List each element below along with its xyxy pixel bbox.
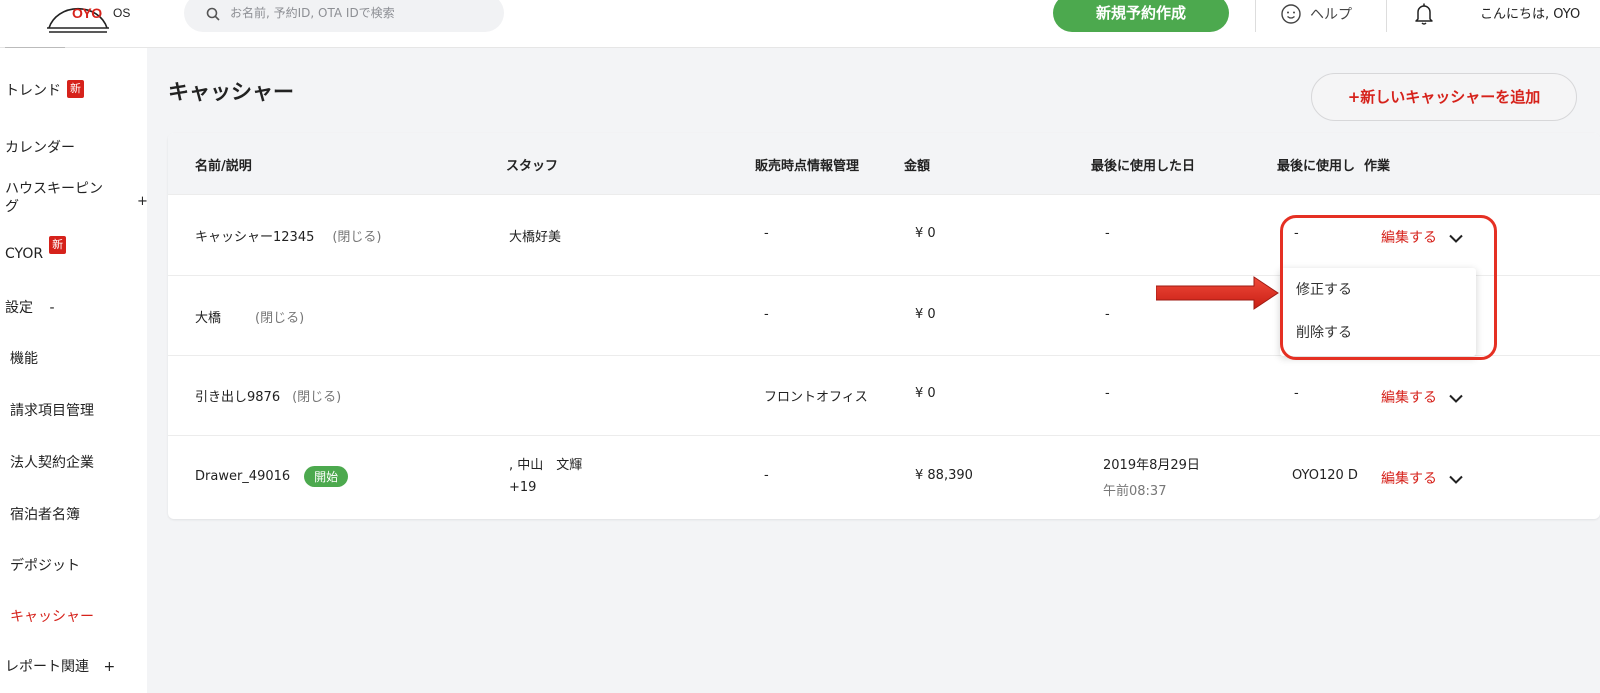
edit-label: 編集する xyxy=(1381,471,1437,487)
amount-cell: ¥ 88,390 xyxy=(915,468,973,483)
new-booking-button[interactable]: 新規予約作成 xyxy=(1053,0,1229,32)
sidebar-item-label: トレンド xyxy=(5,83,61,99)
sidebar-item-trend[interactable]: トレンド新 xyxy=(5,80,84,100)
staff-cell: , 中山 文輝 xyxy=(509,458,583,473)
sidebar-item-calendar[interactable]: カレンダー xyxy=(5,137,75,157)
bell-icon[interactable] xyxy=(1413,2,1435,26)
column-header: スタッフ xyxy=(506,159,559,174)
pos-cell: - xyxy=(764,226,769,241)
pos-cell: フロントオフィス xyxy=(764,390,868,405)
column-header: 金額 xyxy=(904,159,931,174)
user-greeting[interactable]: こんにちは, OYO xyxy=(1480,3,1580,22)
cashier-name-text: Drawer_49016 xyxy=(195,469,291,484)
search-bar[interactable]: お名前, 予約ID, OTA IDで検索 xyxy=(184,0,504,32)
search-placeholder: お名前, 予約ID, OTA IDで検索 xyxy=(230,6,395,20)
logo-brand-text: OYO xyxy=(72,5,102,21)
last-used-date-cell: - xyxy=(1105,386,1110,401)
status-open-badge: 開始 xyxy=(304,466,349,487)
last-used-date-cell: - xyxy=(1105,307,1110,322)
support-face-icon xyxy=(1281,4,1301,24)
top-header: OYO OS お名前, 予約ID, OTA IDで検索 新規予約作成 ヘルプ こ… xyxy=(0,0,1600,48)
cashier-name[interactable]: 引き出し9876 (閉じる) xyxy=(195,386,341,405)
status-closed: (閉じる) xyxy=(255,311,305,326)
sidebar-item-corporate[interactable]: 法人契約企業 xyxy=(10,452,94,472)
header-divider xyxy=(1386,0,1387,32)
header-divider xyxy=(1255,0,1256,32)
logo-os-text: OS xyxy=(113,6,131,20)
last-used-time-cell: 午前08:37 xyxy=(1103,484,1167,499)
cashier-name-text: 引き出し9876 xyxy=(195,390,281,405)
sidebar-item-reports[interactable]: レポート関連 + xyxy=(5,656,115,676)
add-cashier-button[interactable]: +新しいキャッシャーを追加 xyxy=(1311,73,1577,121)
sidebar-item-label: CYOR xyxy=(5,246,44,262)
sidebar: トレンド新 カレンダー ハウスキーピン グ + CYOR新 設定 - 機能 請求… xyxy=(0,47,148,693)
oyo-os-logo[interactable]: OYO OS xyxy=(45,0,135,36)
sidebar-item-billing-items[interactable]: 請求項目管理 xyxy=(10,400,94,420)
table-row: Drawer_49016 開始 , 中山 文輝 +19 - ¥ 88,390 20… xyxy=(168,435,1600,517)
sidebar-item-label: 設定 xyxy=(5,300,33,316)
edit-dropdown-button[interactable]: 編集する xyxy=(1381,468,1464,488)
edit-dropdown-button[interactable]: 編集する xyxy=(1381,387,1464,407)
column-header: 名前/説明 xyxy=(195,159,252,174)
help-link[interactable]: ヘルプ xyxy=(1280,3,1352,25)
new-badge: 新 xyxy=(49,236,67,254)
sidebar-item-label: ハウスキーピン xyxy=(5,181,103,197)
arrow-annotation-icon xyxy=(1156,276,1279,310)
staff-cell: 大橋好美 xyxy=(509,230,562,245)
cashier-name-text: キャッシャー12345 xyxy=(195,230,315,245)
cashier-name[interactable]: キャッシャー12345 (閉じる) xyxy=(195,226,382,245)
edit-label: 編集する xyxy=(1381,390,1437,406)
sidebar-item-label-cont: グ xyxy=(5,199,19,215)
pos-cell: - xyxy=(764,468,769,483)
last-used-date-cell: - xyxy=(1105,226,1110,241)
sidebar-item-features[interactable]: 機能 xyxy=(10,348,38,368)
cashier-name-text: 大橋 xyxy=(195,311,222,326)
expand-icon[interactable]: + xyxy=(137,194,148,209)
amount-cell: ¥ 0 xyxy=(915,307,936,322)
expand-icon: + xyxy=(103,659,116,675)
table-row: 引き出し9876 (閉じる) フロントオフィス ¥ 0 - - 編集する xyxy=(168,355,1600,435)
status-closed: (閉じる) xyxy=(292,390,342,405)
last-used-by-cell: OYO120 D xyxy=(1292,468,1358,483)
column-header: 作業 xyxy=(1364,159,1391,174)
amount-cell: ¥ 0 xyxy=(915,386,936,401)
sidebar-item-cyor[interactable]: CYOR 新 xyxy=(5,236,67,262)
page-title: キャッシャー xyxy=(168,80,294,104)
column-header: 最後に使用し xyxy=(1277,159,1356,174)
cashier-name[interactable]: 大橋 (閉じる) xyxy=(195,307,304,326)
table-header: 名前/説明 スタッフ 販売時点情報管理 金額 最後に使用した日 最後に使用し 作… xyxy=(168,133,1600,194)
sidebar-item-cashier[interactable]: キャッシャー xyxy=(10,606,94,626)
chevron-down-icon xyxy=(1449,475,1464,484)
pos-cell: - xyxy=(764,307,769,322)
help-label: ヘルプ xyxy=(1310,7,1352,23)
status-closed: (閉じる) xyxy=(332,230,382,245)
sidebar-item-guest-registry[interactable]: 宿泊者名簿 xyxy=(10,504,80,524)
sidebar-cut-item xyxy=(5,42,65,48)
sidebar-item-label: レポート関連 xyxy=(5,659,89,675)
search-icon xyxy=(206,7,220,21)
sidebar-item-settings[interactable]: 設定 - xyxy=(5,297,55,317)
column-header: 最後に使用した日 xyxy=(1091,159,1196,174)
sidebar-item-deposit[interactable]: デポジット xyxy=(10,555,80,575)
amount-cell: ¥ 0 xyxy=(915,226,936,241)
staff-more-count[interactable]: +19 xyxy=(509,480,536,495)
last-used-by-cell: - xyxy=(1294,386,1299,401)
collapse-icon: - xyxy=(49,300,55,316)
sidebar-item-housekeeping[interactable]: ハウスキーピン グ xyxy=(5,180,103,216)
highlight-box xyxy=(1280,215,1497,360)
last-used-date-cell: 2019年8月29日 xyxy=(1103,458,1200,473)
cashier-name[interactable]: Drawer_49016 開始 xyxy=(195,466,349,487)
new-badge: 新 xyxy=(67,80,84,98)
chevron-down-icon xyxy=(1449,394,1464,403)
column-header: 販売時点情報管理 xyxy=(755,159,860,174)
